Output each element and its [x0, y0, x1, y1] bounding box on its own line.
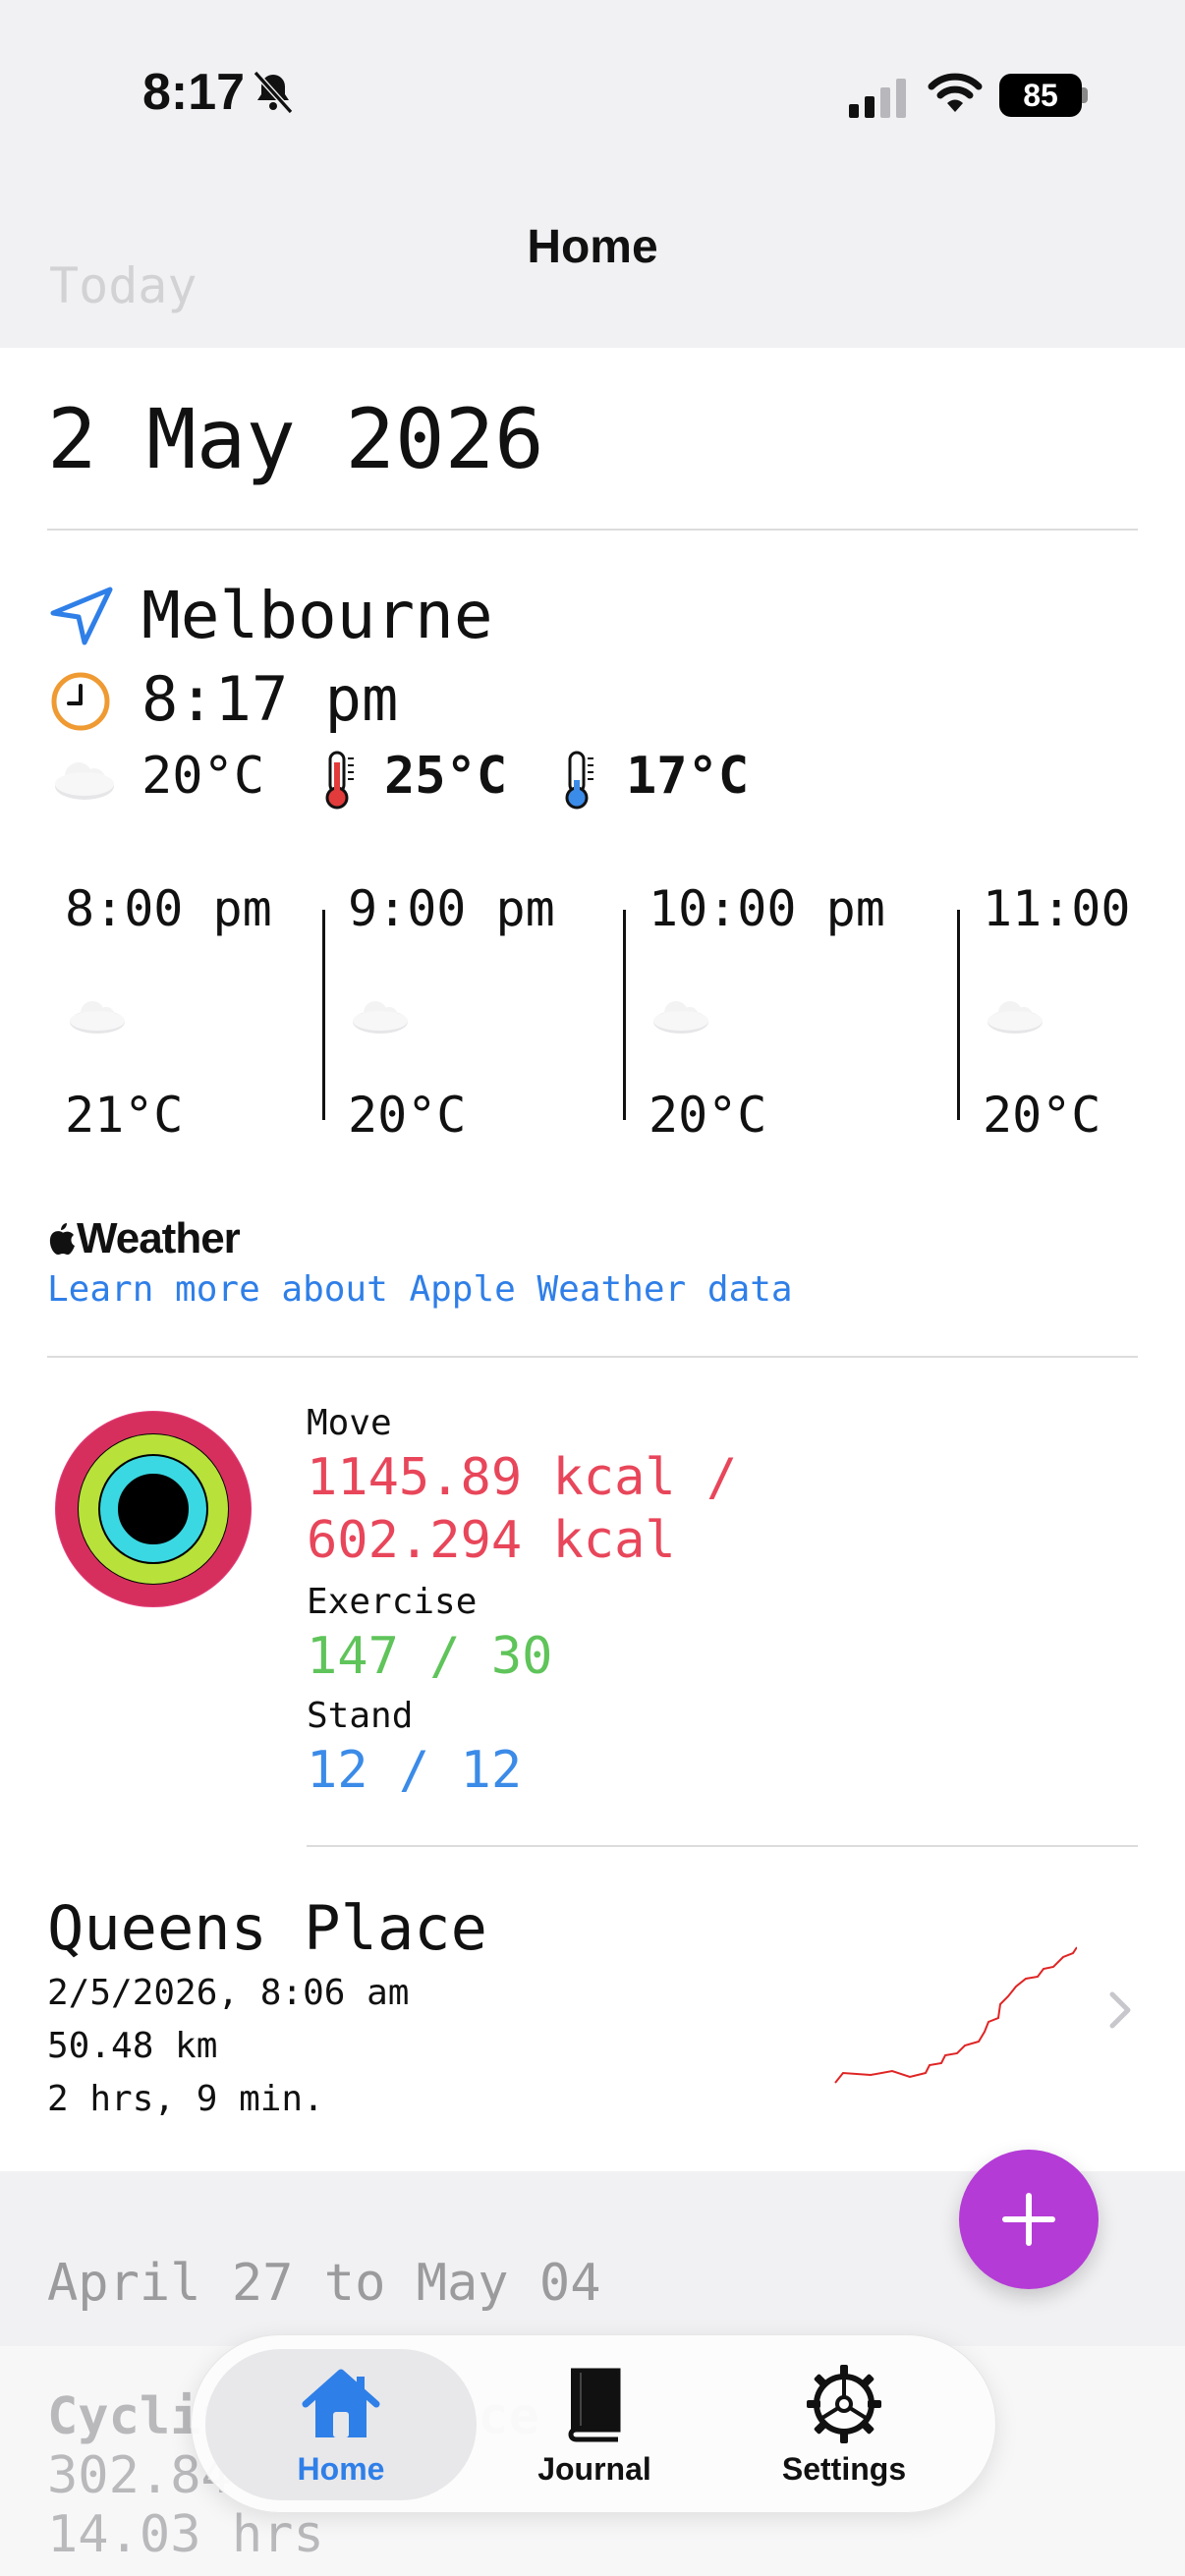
hourly-time: 8:00 pm — [65, 880, 272, 937]
navigation-header: 8:17 85 Home Today — [0, 0, 1185, 348]
move-label: Move — [307, 1403, 392, 1443]
plus-icon — [1002, 2193, 1055, 2246]
cloud-icon — [70, 1001, 125, 1034]
move-value-line1: 1145.89 kcal / — [307, 1448, 738, 1507]
hourly-time: 10:00 pm — [649, 880, 885, 937]
apple-weather-logo: Weather — [47, 1214, 241, 1263]
status-time: 8:17 — [142, 64, 246, 121]
hourly-temperature: 21°C — [65, 1087, 184, 1144]
exercise-value: 147 / 30 — [307, 1627, 553, 1686]
week-range-header: April 27 to May 04 — [47, 2254, 601, 2313]
exercise-label: Exercise — [307, 1582, 478, 1622]
hourly-time: 9:00 pm — [348, 880, 555, 937]
current-temperature: 20°C — [141, 747, 265, 806]
hourly-item: 8:00 pm 21°C — [47, 880, 322, 1155]
tab-journal[interactable]: Journal — [477, 2335, 712, 2514]
cloud-icon — [653, 1001, 708, 1034]
hourly-item: 10:00 pm 20°C — [631, 880, 945, 1155]
weekly-stat-time: 14.03 hrs — [47, 2505, 324, 2564]
cloud-icon — [55, 762, 114, 800]
hourly-separator — [623, 910, 626, 1120]
local-time: 8:17 pm — [141, 663, 399, 735]
hourly-time: 11:00 pm — [983, 880, 1138, 937]
clock-icon — [51, 672, 110, 731]
hourly-temperature: 20°C — [983, 1087, 1101, 1144]
thermometer-low-icon — [565, 751, 593, 810]
workout-duration: 2 hrs, 9 min. — [47, 2079, 324, 2119]
activity-rings-icon — [55, 1411, 252, 1607]
route-map-thumbnail — [834, 1946, 1077, 2084]
weather-logo-text: Weather — [77, 1214, 241, 1262]
location-arrow-icon — [50, 587, 113, 645]
workout-distance: 50.48 km — [47, 2026, 218, 2066]
wifi-icon — [928, 73, 983, 112]
tab-bar: Home Journal Settings — [191, 2334, 996, 2513]
divider — [47, 1356, 1138, 1358]
low-temperature: 17°C — [626, 747, 750, 806]
hourly-temperature: 20°C — [649, 1087, 767, 1144]
stand-value: 12 / 12 — [307, 1741, 523, 1800]
tab-label: Journal — [537, 2451, 651, 2487]
cloud-icon — [353, 1001, 408, 1034]
thermometer-high-icon — [325, 751, 354, 810]
divider — [47, 529, 1138, 531]
workout-row[interactable]: Queens Place 2/5/2026, 8:06 am 50.48 km … — [0, 1857, 1185, 2171]
hourly-item: 11:00 pm 20°C — [965, 880, 1138, 1155]
tab-label: Settings — [781, 2451, 907, 2487]
bell-slash-icon — [253, 70, 294, 115]
date-heading: 2 May 2026 — [47, 391, 544, 487]
book-icon — [568, 2368, 621, 2442]
cloud-icon — [988, 1001, 1043, 1034]
tab-label: Home — [297, 2451, 385, 2487]
weather-data-link[interactable]: Learn more about Apple Weather data — [47, 1269, 793, 1310]
hourly-forecast-scroll[interactable]: 8:00 pm 21°C 9:00 pm 20°C 10:00 pm 20°C … — [47, 880, 1138, 1155]
battery-tip — [1082, 87, 1088, 103]
apple-logo-icon — [49, 1223, 75, 1255]
add-button[interactable] — [959, 2150, 1099, 2289]
battery-indicator: 85 — [999, 74, 1082, 117]
hourly-item: 9:00 pm 20°C — [330, 880, 605, 1155]
hourly-separator — [322, 910, 325, 1120]
divider — [307, 1845, 1138, 1847]
stand-label: Stand — [307, 1696, 414, 1736]
chevron-right-icon — [1109, 1991, 1131, 2029]
high-temperature: 25°C — [384, 747, 508, 806]
tab-settings[interactable]: Settings — [726, 2335, 962, 2514]
house-icon — [302, 2369, 380, 2437]
gear-icon — [807, 2365, 881, 2443]
hourly-separator — [957, 910, 960, 1120]
workout-datetime: 2/5/2026, 8:06 am — [47, 1973, 410, 2013]
faded-section-title: Today — [49, 257, 198, 314]
move-value-line2: 602.294 kcal — [307, 1511, 676, 1570]
tab-home[interactable]: Home — [223, 2335, 459, 2514]
hourly-temperature: 20°C — [348, 1087, 467, 1144]
location-city: Melbourne — [141, 578, 493, 653]
cellular-signal-icon — [849, 79, 906, 118]
workout-title: Queens Place — [47, 1892, 487, 1964]
